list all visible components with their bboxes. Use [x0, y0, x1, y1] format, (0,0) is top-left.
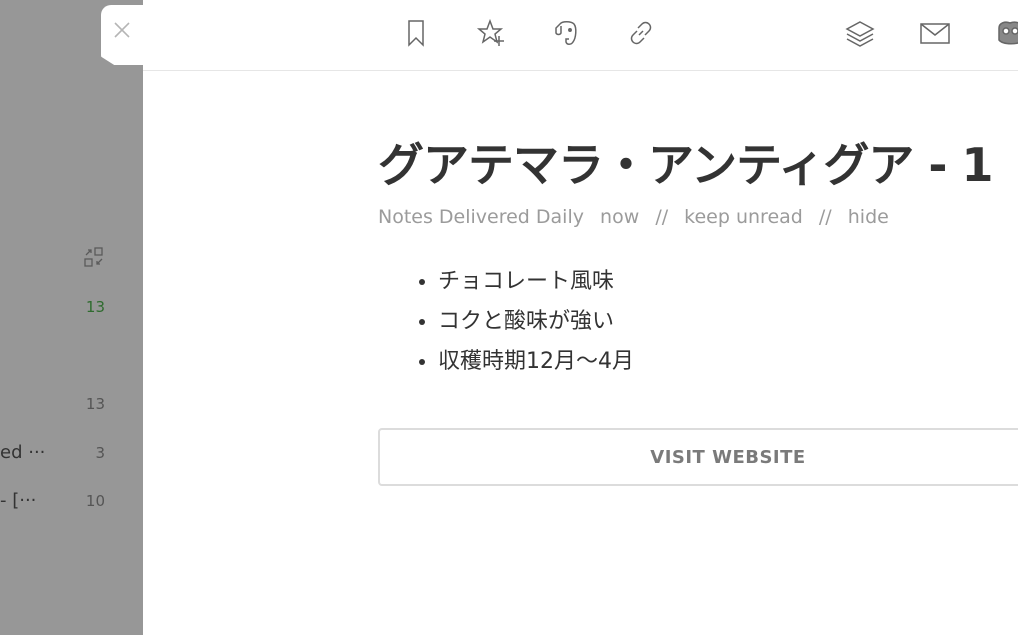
collapse-icon[interactable]: [83, 246, 105, 268]
list-item-label: - [···: [0, 490, 37, 511]
visit-website-button[interactable]: VISIT WEBSITE: [378, 428, 1018, 486]
article-meta: Notes Delivered Daily now // keep unread…: [378, 206, 1018, 228]
unread-count: 13: [85, 395, 105, 413]
keep-unread-link[interactable]: keep unread: [684, 206, 803, 228]
meta-separator: //: [818, 206, 832, 228]
list-item: チョコレート風味: [438, 262, 1018, 302]
article: グアテマラ・アンティグア - 1 Notes Delivered Daily n…: [378, 134, 1018, 382]
link-icon: [630, 21, 652, 45]
favorite-button[interactable]: [475, 16, 507, 50]
evernote-icon: [555, 21, 577, 45]
share-button[interactable]: [994, 16, 1018, 50]
unread-count: 13: [85, 298, 105, 316]
hootsuite-icon: [998, 21, 1018, 45]
mail-icon: [920, 23, 950, 44]
timestamp: now: [600, 206, 640, 228]
email-button[interactable]: [919, 16, 951, 50]
link-button[interactable]: [625, 16, 657, 50]
article-content: チョコレート風味 コクと酸味が強い 収穫時期12月〜4月: [378, 262, 1018, 382]
layers-icon: [845, 21, 875, 47]
list-item: 収穫時期12月〜4月: [438, 342, 1018, 382]
hide-link[interactable]: hide: [848, 206, 889, 228]
source-link[interactable]: Notes Delivered Daily: [378, 206, 584, 228]
reader-panel: グアテマラ・アンティグア - 1 Notes Delivered Daily n…: [143, 0, 1018, 635]
list-item: コクと酸味が強い: [438, 302, 1018, 342]
article-title[interactable]: グアテマラ・アンティグア - 1: [378, 134, 1018, 196]
bookmark-icon: [408, 20, 424, 47]
list-item[interactable]: 13: [0, 393, 143, 413]
unread-count: 3: [95, 444, 105, 462]
layers-button[interactable]: [844, 16, 876, 50]
list-item[interactable]: - [··· 10: [0, 490, 143, 511]
meta-separator: //: [655, 206, 669, 228]
evernote-button[interactable]: [550, 16, 582, 50]
unread-count: 10: [85, 492, 105, 510]
list-item[interactable]: 13: [0, 296, 143, 316]
bookmark-button[interactable]: [400, 16, 432, 50]
list-item[interactable]: ed ··· 3: [0, 442, 143, 463]
star-plus-icon: [476, 18, 504, 46]
reader-toolbar: [143, 0, 1018, 71]
background-app: 13 13 ed ··· 3 - [··· 10: [0, 0, 143, 635]
close-icon: [111, 19, 133, 41]
list-item-label: ed ···: [0, 442, 46, 463]
